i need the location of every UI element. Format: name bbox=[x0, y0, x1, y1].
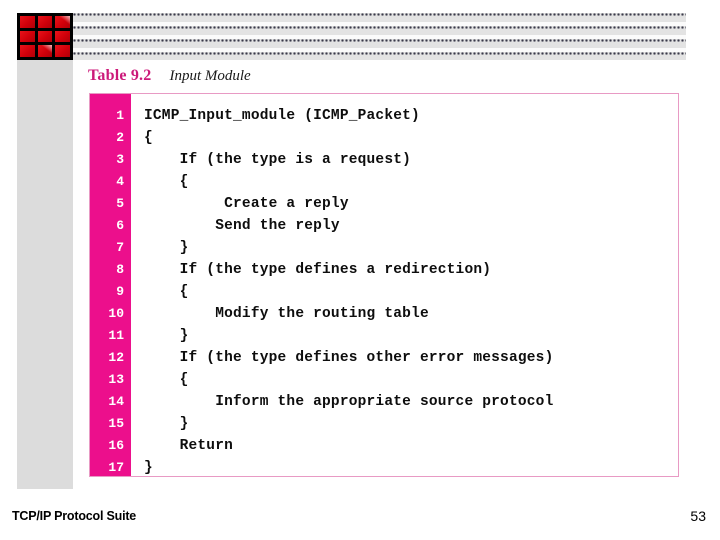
logo-tile bbox=[37, 30, 53, 43]
line-number: 7 bbox=[116, 240, 124, 255]
code-line: If (the type defines a redirection) bbox=[144, 262, 492, 278]
line-number: 10 bbox=[108, 306, 124, 321]
line-number: 6 bbox=[116, 218, 124, 233]
line-number: 16 bbox=[108, 438, 124, 453]
logo-tile bbox=[55, 30, 70, 43]
logo-tile bbox=[55, 45, 70, 57]
code-line: Inform the appropriate source protocol bbox=[144, 394, 554, 410]
logo-tile bbox=[55, 16, 70, 28]
code-line: } bbox=[144, 240, 189, 256]
table-caption: Table 9.2 Input Module bbox=[88, 67, 251, 89]
line-number: 1 bbox=[116, 108, 124, 123]
line-number: 11 bbox=[108, 328, 124, 343]
line-number: 8 bbox=[116, 262, 124, 277]
code-line: Create a reply bbox=[144, 196, 349, 212]
line-number: 17 bbox=[108, 460, 124, 475]
logo-tile bbox=[20, 30, 35, 43]
code-line: Return bbox=[144, 438, 234, 454]
footer-page-number: 53 bbox=[690, 508, 706, 524]
code-listing-table: 1 2 3 4 5 6 7 8 9 10 11 12 13 14 15 16 17 ICMP_Input_mod… bbox=[89, 93, 679, 477]
line-number-column: 1 2 3 4 5 6 7 8 9 10 11 12 13 14 15 16 17 bbox=[90, 94, 131, 476]
table-caption-title: Input Module bbox=[169, 68, 251, 84]
code-line: { bbox=[144, 284, 189, 300]
left-sidebar-strip bbox=[17, 60, 73, 489]
code-line: If (the type defines other error message… bbox=[144, 350, 554, 366]
logo-tile bbox=[20, 16, 35, 28]
code-line: { bbox=[144, 174, 189, 190]
line-number: 3 bbox=[116, 152, 124, 167]
logo-tile bbox=[37, 16, 53, 28]
code-content-column: ICMP_Input_module (ICMP_Packet) { If (the… bbox=[131, 94, 678, 476]
code-line: ICMP_Input_module (ICMP_Packet) bbox=[144, 108, 420, 124]
code-line: Send the reply bbox=[144, 218, 340, 234]
line-number: 2 bbox=[116, 130, 124, 145]
line-number: 9 bbox=[116, 284, 124, 299]
line-number: 15 bbox=[108, 416, 124, 431]
table-caption-label: Table 9.2 bbox=[88, 67, 152, 84]
code-line: { bbox=[144, 130, 153, 146]
line-number: 4 bbox=[116, 174, 124, 189]
logo-tile bbox=[20, 45, 35, 57]
line-number: 14 bbox=[108, 394, 124, 409]
header-banner bbox=[73, 13, 686, 60]
code-line: If (the type is a request) bbox=[144, 152, 412, 168]
footer-title: TCP/IP Protocol Suite bbox=[12, 509, 137, 523]
code-line: } bbox=[144, 416, 189, 432]
code-line: } bbox=[144, 460, 153, 476]
line-number: 13 bbox=[108, 372, 124, 387]
line-number: 5 bbox=[116, 196, 124, 211]
logo-tile bbox=[37, 45, 53, 57]
code-line: Modify the routing table bbox=[144, 306, 429, 322]
code-line: } bbox=[144, 328, 189, 344]
red-grid-logo bbox=[17, 13, 73, 60]
code-line: { bbox=[144, 372, 189, 388]
line-number: 12 bbox=[108, 350, 124, 365]
